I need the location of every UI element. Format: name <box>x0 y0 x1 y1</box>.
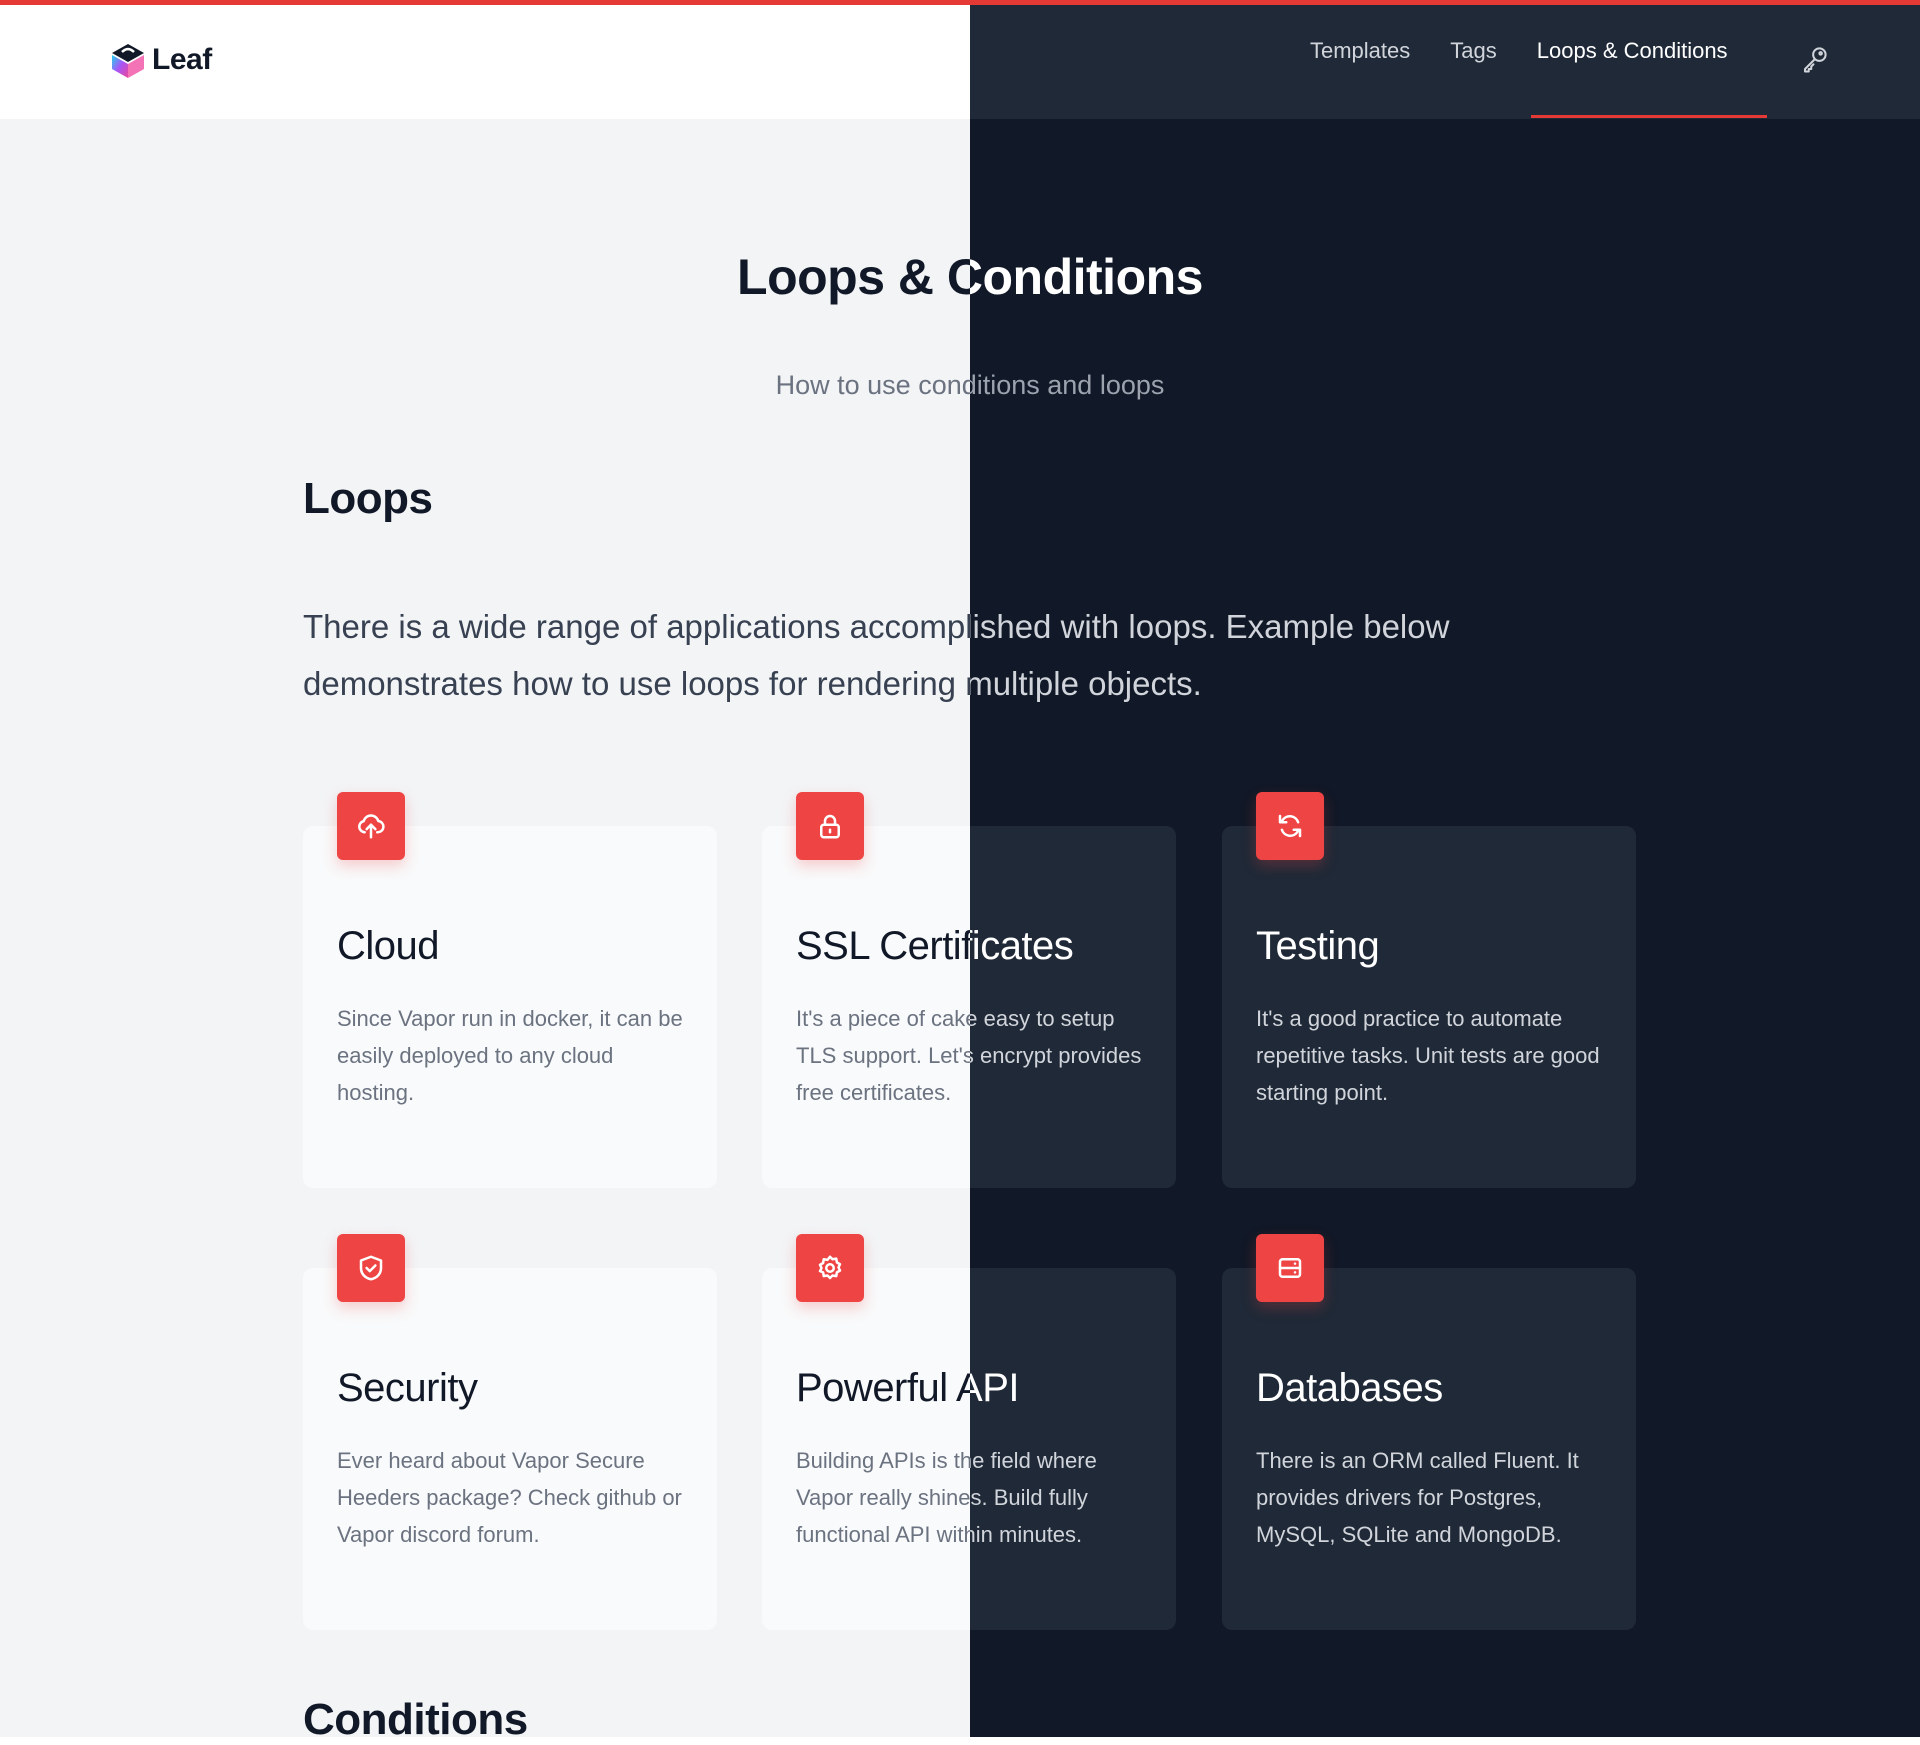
accent-top-bar <box>0 0 1920 5</box>
brand-logo[interactable]: Leaf <box>110 40 212 80</box>
feature-card: Security Ever heard about Vapor Secure H… <box>303 1234 717 1630</box>
feature-card: Testing It's a good practice to automate… <box>1222 792 1636 1188</box>
leaf-logo-icon <box>112 44 144 78</box>
card-title: Testing <box>1256 924 1380 968</box>
shield-check-icon <box>337 1234 405 1302</box>
feature-card: Cloud Since Vapor run in docker, it can … <box>303 792 717 1188</box>
card-description: It's a good practice to automate repetit… <box>1256 1006 1600 1105</box>
section-title-loops: Loops <box>303 474 433 523</box>
cloud-upload-icon <box>337 792 405 860</box>
card-description: Since Vapor run in docker, it can be eas… <box>337 1006 683 1105</box>
card-title: Cloud <box>337 924 440 968</box>
nav-link-templates[interactable]: Templates <box>1310 38 1410 64</box>
card-description: Ever heard about Vapor Secure Heeders pa… <box>337 1448 682 1547</box>
key-icon[interactable] <box>1800 44 1830 79</box>
server-icon <box>1256 1234 1324 1302</box>
main-nav: Templates Tags Loops & Conditions <box>1310 38 1728 64</box>
nav-link-tags[interactable]: Tags <box>1450 38 1496 64</box>
active-nav-indicator <box>1531 115 1767 118</box>
brand-name: Leaf <box>152 43 212 76</box>
cog-icon <box>796 1234 864 1302</box>
card-description: There is an ORM called Fluent. It provid… <box>1256 1448 1579 1547</box>
card-title: Databases <box>1256 1366 1443 1410</box>
lock-icon <box>796 792 864 860</box>
refresh-icon <box>1256 792 1324 860</box>
feature-card: Databases There is an ORM called Fluent.… <box>1222 1234 1636 1630</box>
section-title-conditions: Conditions <box>303 1695 528 1744</box>
card-title: Security <box>337 1366 478 1410</box>
nav-link-loops-conditions[interactable]: Loops & Conditions <box>1537 38 1728 64</box>
